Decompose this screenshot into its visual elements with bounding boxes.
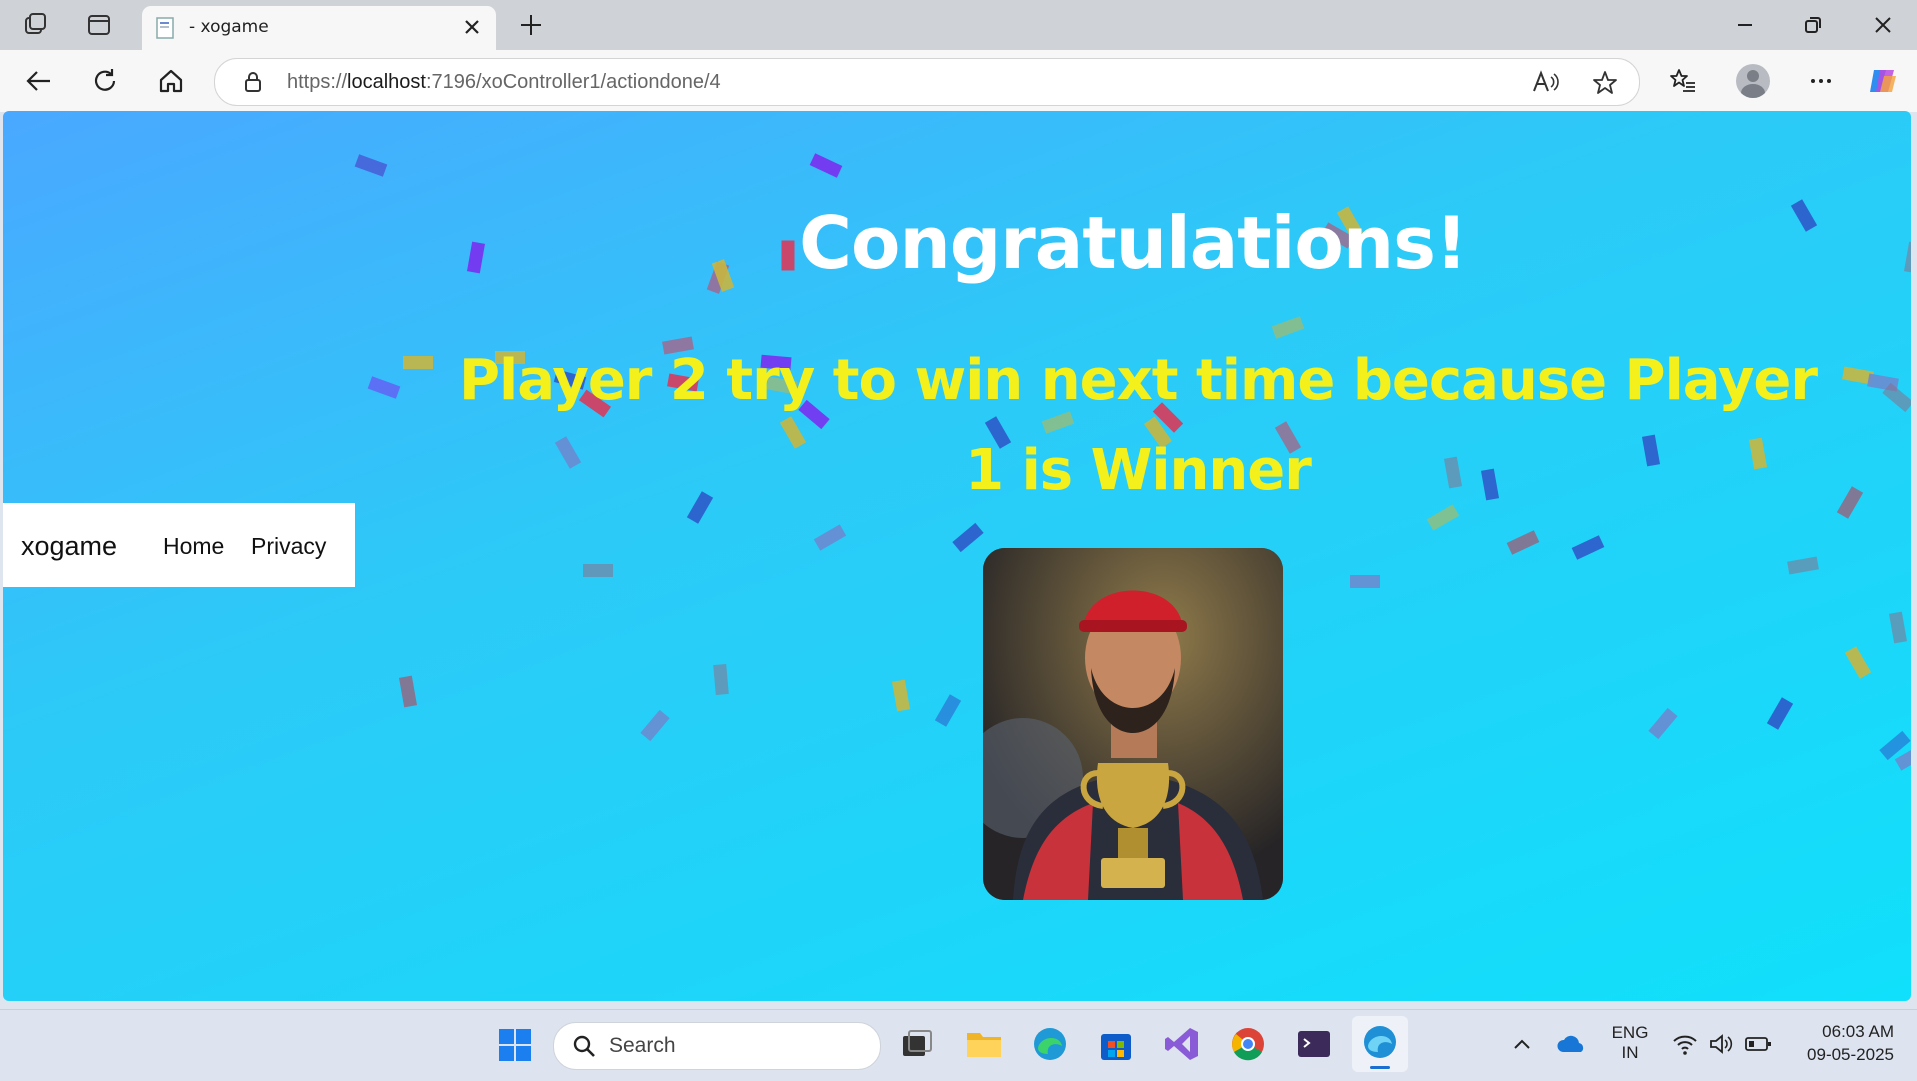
onedrive-cloud-icon[interactable] bbox=[1557, 1032, 1587, 1060]
restore-icon[interactable] bbox=[1800, 12, 1826, 38]
confetti-piece bbox=[1506, 530, 1540, 555]
language-region: IN bbox=[1621, 1043, 1639, 1062]
url-scheme: https:// bbox=[287, 71, 348, 93]
address-bar[interactable]: https://localhost:7196/xoController1/act… bbox=[214, 58, 1640, 106]
terminal-icon[interactable] bbox=[1294, 1024, 1334, 1064]
clock-date: 09-05-2025 bbox=[1807, 1045, 1894, 1064]
confetti-piece bbox=[934, 694, 962, 727]
confetti-piece bbox=[1836, 486, 1864, 519]
site-brand-link[interactable]: xogame bbox=[21, 531, 117, 562]
confetti-piece bbox=[809, 153, 843, 178]
minimize-icon[interactable] bbox=[1732, 12, 1758, 38]
home-icon[interactable] bbox=[156, 66, 186, 96]
url-text[interactable]: https://localhost:7196/xoController1/act… bbox=[287, 71, 721, 94]
new-tab-icon[interactable] bbox=[518, 12, 544, 38]
close-window-icon[interactable] bbox=[1870, 12, 1896, 38]
confetti-piece bbox=[1882, 382, 1911, 413]
microsoft-store-icon[interactable] bbox=[1096, 1024, 1136, 1064]
confetti-piece bbox=[1350, 575, 1380, 588]
winner-photo bbox=[983, 548, 1283, 900]
read-aloud-icon[interactable] bbox=[1531, 69, 1559, 99]
confetti-piece bbox=[403, 356, 433, 369]
search-icon bbox=[572, 1034, 596, 1062]
taskbar-search-box[interactable]: Search bbox=[553, 1022, 881, 1070]
confetti-piece bbox=[1787, 556, 1819, 575]
confetti-piece bbox=[1571, 535, 1605, 560]
taskbar-search-placeholder: Search bbox=[609, 1034, 676, 1057]
confetti-piece bbox=[1844, 646, 1872, 679]
confetti-piece bbox=[1888, 611, 1908, 644]
volume-icon[interactable] bbox=[1708, 1032, 1734, 1060]
chrome-icon[interactable] bbox=[1228, 1024, 1268, 1064]
windows-taskbar: Search ENG IN 06:03 AM 09-05-2025 bbox=[0, 1009, 1917, 1081]
nav-privacy-link[interactable]: Privacy bbox=[251, 533, 326, 560]
tab-actions-icon[interactable] bbox=[84, 10, 114, 40]
confetti-piece bbox=[813, 524, 847, 551]
confetti-piece bbox=[398, 675, 418, 708]
workspaces-icon[interactable] bbox=[20, 10, 50, 40]
profile-avatar[interactable] bbox=[1736, 64, 1770, 98]
visual-studio-icon[interactable] bbox=[1162, 1024, 1202, 1064]
language-code: ENG bbox=[1611, 1023, 1649, 1042]
tab-bar: - xogame bbox=[0, 0, 1917, 50]
chevron-up-icon[interactable] bbox=[1510, 1032, 1534, 1060]
edge-active-app-icon[interactable] bbox=[1352, 1016, 1408, 1072]
close-tab-icon[interactable] bbox=[460, 15, 484, 39]
favorite-star-icon[interactable] bbox=[1591, 69, 1619, 101]
nav-home-link[interactable]: Home bbox=[163, 533, 224, 560]
result-message: Player 2 try to win next time because Pl… bbox=[459, 348, 1818, 503]
confetti-piece bbox=[952, 522, 984, 553]
confetti-piece bbox=[354, 154, 388, 177]
url-path: :7196/xoController1/actiondone/4 bbox=[425, 71, 721, 93]
site-navbar: xogame Home Privacy bbox=[3, 503, 355, 587]
battery-icon[interactable] bbox=[1744, 1034, 1772, 1058]
copilot-icon[interactable] bbox=[1866, 64, 1900, 98]
confetti-piece bbox=[367, 376, 401, 399]
page-viewport: xogame Home Privacy Congratulations! Pla… bbox=[3, 111, 1911, 1001]
wifi-icon[interactable] bbox=[1672, 1032, 1698, 1060]
confetti-piece bbox=[583, 564, 613, 577]
browser-toolbar: https://localhost:7196/xoController1/act… bbox=[0, 50, 1917, 112]
url-host: localhost bbox=[347, 71, 426, 93]
confetti-piece bbox=[1766, 697, 1794, 730]
clock-time: 06:03 AM bbox=[1822, 1022, 1894, 1041]
edge-app-icon[interactable] bbox=[1030, 1024, 1070, 1064]
confetti-piece bbox=[713, 663, 729, 696]
site-info-lock-icon[interactable] bbox=[241, 70, 265, 98]
file-explorer-icon[interactable] bbox=[964, 1024, 1004, 1064]
refresh-icon[interactable] bbox=[90, 66, 120, 96]
more-options-icon[interactable] bbox=[1806, 66, 1836, 96]
language-indicator[interactable]: ENG IN bbox=[1610, 1023, 1650, 1063]
confetti-piece bbox=[1648, 707, 1678, 740]
confetti-piece bbox=[891, 679, 911, 712]
tab-active[interactable]: - xogame bbox=[142, 6, 496, 50]
task-view-icon[interactable] bbox=[897, 1024, 937, 1064]
confetti-piece bbox=[640, 709, 670, 742]
back-arrow-icon[interactable] bbox=[24, 66, 54, 96]
tab-title: - xogame bbox=[189, 17, 269, 37]
page-favicon-icon bbox=[156, 17, 176, 39]
congratulations-heading: Congratulations! bbox=[799, 201, 1468, 285]
clock[interactable]: 06:03 AM 09-05-2025 bbox=[1790, 1022, 1894, 1065]
favorites-list-icon[interactable] bbox=[1668, 66, 1698, 96]
windows-start-icon[interactable] bbox=[498, 1028, 532, 1066]
